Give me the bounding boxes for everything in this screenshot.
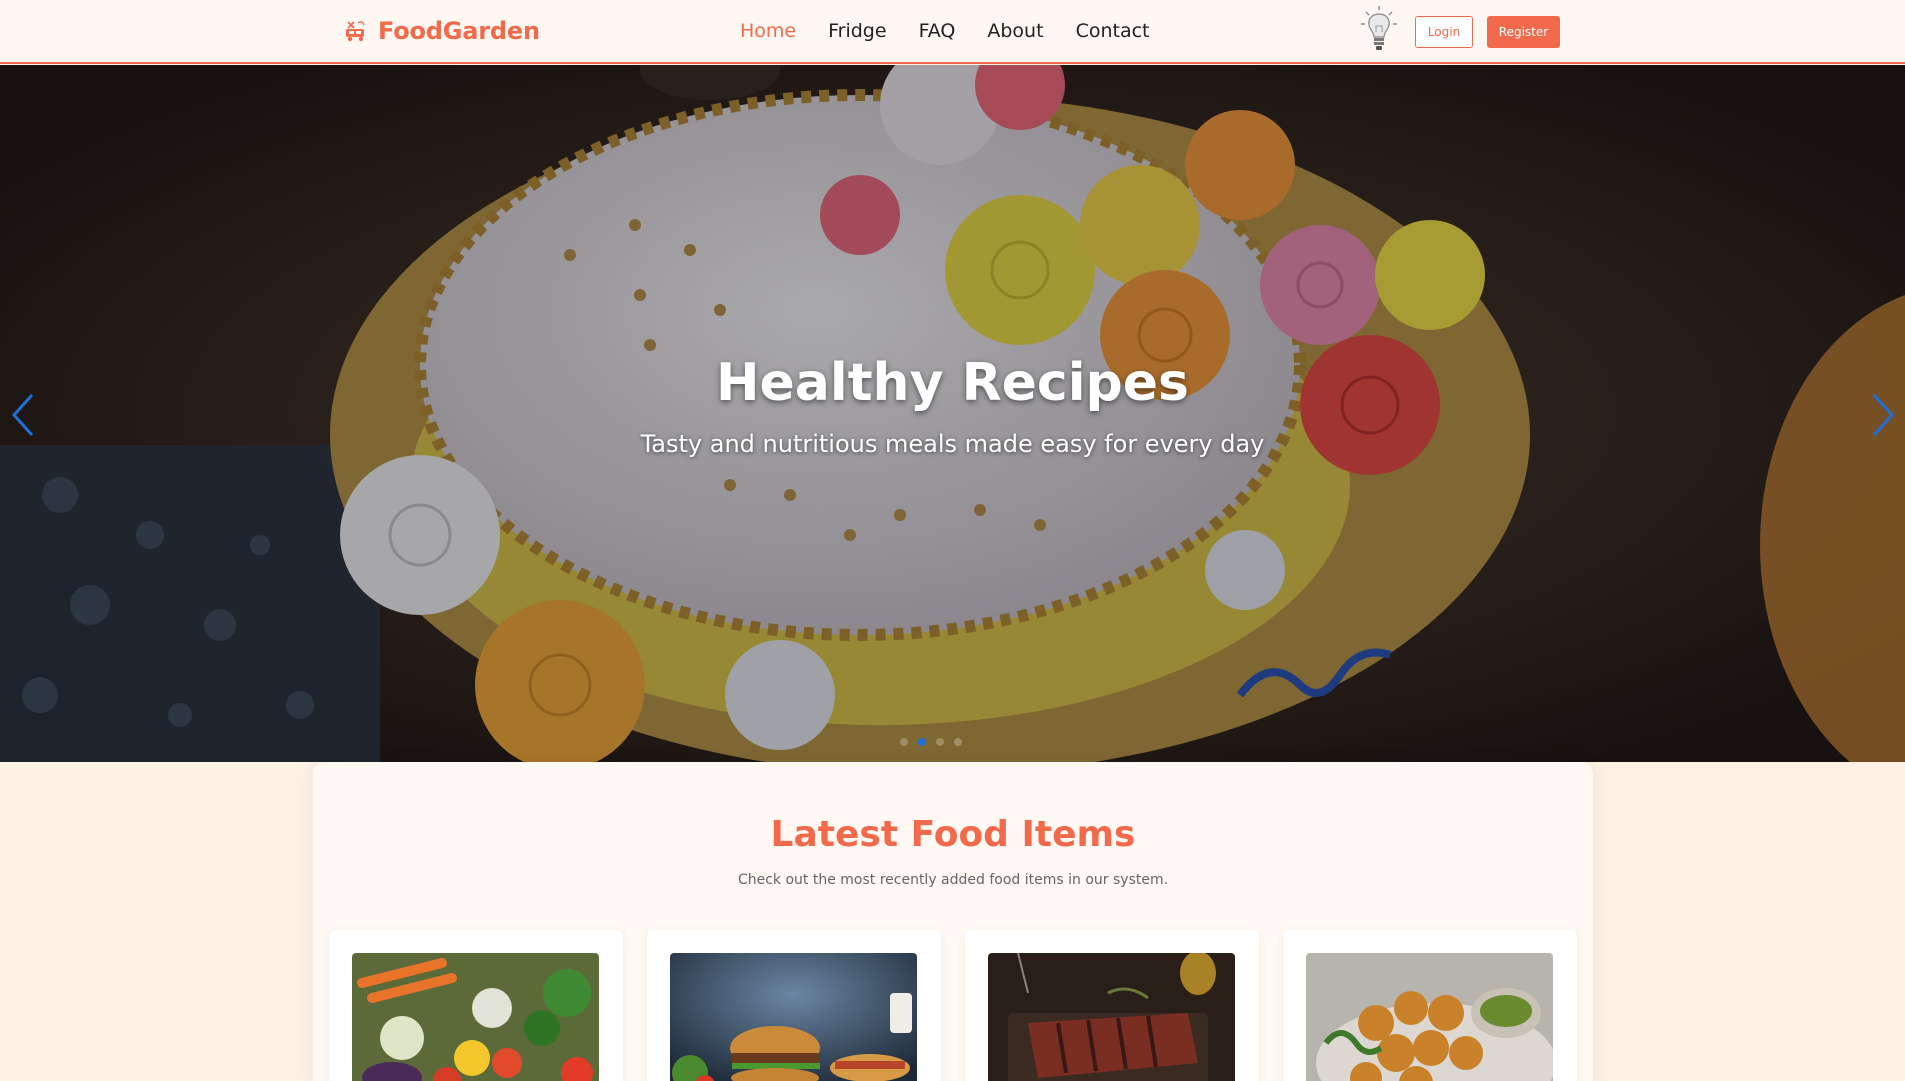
nav-fridge[interactable]: Fridge <box>828 20 886 42</box>
steak-image <box>988 953 1235 1081</box>
carousel-dot[interactable] <box>900 738 908 746</box>
register-button[interactable]: Register <box>1487 16 1560 48</box>
section-title: Latest Food Items <box>770 814 1136 855</box>
nav-contact[interactable]: Contact <box>1076 20 1150 42</box>
food-card[interactable] <box>1283 930 1577 1081</box>
burger-image <box>670 953 917 1081</box>
main-nav: Home Fridge FAQ About Contact <box>740 20 1149 42</box>
hero-subtitle: Tasty and nutritious meals made easy for… <box>640 430 1265 458</box>
nav-faq[interactable]: FAQ <box>919 20 956 42</box>
food-card[interactable] <box>965 930 1259 1081</box>
hero-title: Healthy Recipes <box>716 353 1189 413</box>
carousel-dot[interactable] <box>936 738 944 746</box>
latest-food-section: Latest Food Items Check out the most rec… <box>313 762 1593 1081</box>
food-card[interactable] <box>647 930 941 1081</box>
carousel-next-arrow-icon[interactable] <box>1862 385 1902 445</box>
carousel-dot[interactable] <box>954 738 962 746</box>
login-button[interactable]: Login <box>1415 16 1473 48</box>
carousel-indicators <box>900 738 962 746</box>
lightbulb-icon[interactable] <box>1358 4 1400 54</box>
section-subtitle: Check out the most recently added food i… <box>737 872 1169 888</box>
brand-name: FoodGarden <box>378 17 540 45</box>
food-truck-icon <box>346 21 365 42</box>
falafel-image <box>1306 953 1553 1081</box>
carousel-dot-active[interactable] <box>918 738 926 746</box>
vegetables-image <box>352 953 599 1081</box>
brand-logo[interactable]: FoodGarden <box>342 17 540 45</box>
navbar: FoodGarden Home Fridge FAQ About Contact… <box>0 0 1905 64</box>
carousel-prev-arrow-icon[interactable] <box>4 385 44 445</box>
nav-about[interactable]: About <box>987 20 1043 42</box>
nav-home[interactable]: Home <box>740 20 796 42</box>
food-card[interactable] <box>329 930 623 1081</box>
hero-carousel: Healthy Recipes Tasty and nutritious mea… <box>0 65 1905 762</box>
